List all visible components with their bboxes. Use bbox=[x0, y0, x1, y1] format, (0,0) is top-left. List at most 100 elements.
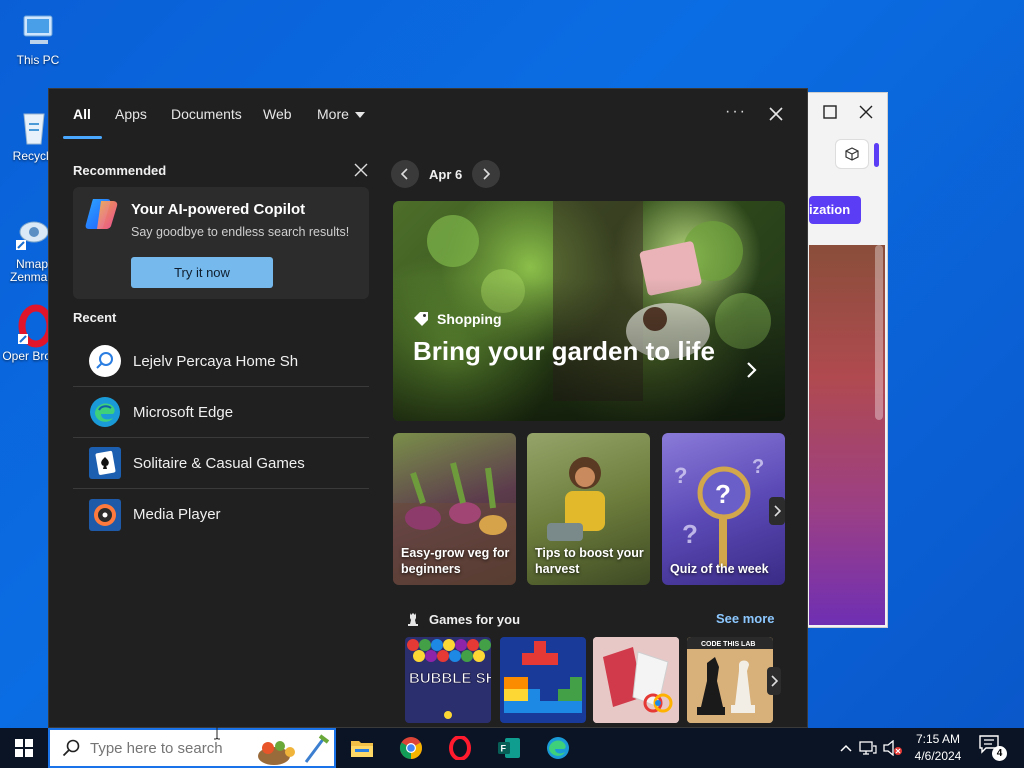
next-day-button[interactable] bbox=[472, 160, 501, 188]
copilot-subtitle: Say goodbye to endless search results! bbox=[131, 225, 350, 239]
chess-game-image: CODE THIS LAB bbox=[687, 637, 773, 723]
computer-icon bbox=[16, 8, 60, 52]
hero-next-button[interactable] bbox=[745, 361, 757, 384]
taskbar: F 7:15 AM 4/6/2024 4 bbox=[0, 728, 1024, 768]
hero-category-label: Shopping bbox=[437, 311, 502, 327]
maximize-icon[interactable] bbox=[823, 105, 839, 121]
game-bubble-shooter[interactable]: BUBBLE SHOOTER bbox=[405, 637, 491, 723]
recommended-heading: Recommended bbox=[73, 163, 167, 178]
taskbar-chrome[interactable] bbox=[387, 728, 435, 768]
copilot-icon bbox=[83, 197, 121, 231]
tiles-next-button[interactable] bbox=[769, 497, 785, 525]
solitaire-icon bbox=[88, 446, 122, 480]
chevron-left-icon bbox=[400, 168, 408, 180]
tab-all[interactable]: All bbox=[73, 106, 91, 122]
bubble-shooter-image: BUBBLE SHOOTER bbox=[407, 639, 491, 719]
media-player-icon bbox=[88, 498, 122, 532]
search-icon bbox=[62, 739, 80, 757]
more-options-button[interactable]: ··· bbox=[725, 103, 747, 121]
tab-documents[interactable]: Documents bbox=[171, 106, 242, 122]
svg-text:?: ? bbox=[752, 456, 764, 478]
chevron-up-icon bbox=[840, 744, 852, 752]
game-chess[interactable]: CODE THIS LAB bbox=[687, 637, 773, 723]
tab-more-label: More bbox=[317, 106, 349, 122]
chevron-right-icon bbox=[483, 168, 491, 180]
accent-bar bbox=[874, 143, 879, 167]
chevron-right-icon bbox=[747, 362, 757, 378]
edge-icon bbox=[547, 737, 569, 759]
tile-harvest[interactable]: Tips to boost your harvest bbox=[527, 433, 650, 585]
hero-card[interactable]: Shopping Bring your garden to life bbox=[393, 201, 785, 421]
taskbar-file-explorer[interactable] bbox=[338, 728, 386, 768]
dismiss-recommended-button[interactable] bbox=[354, 163, 368, 177]
copilot-card[interactable]: Your AI-powered Copilot Say goodbye to e… bbox=[73, 187, 369, 299]
date-label: Apr 6 bbox=[429, 166, 463, 182]
tab-apps[interactable]: Apps bbox=[115, 106, 147, 122]
recent-item-label: Media Player bbox=[133, 506, 221, 523]
cta-button[interactable]: ization bbox=[809, 196, 861, 224]
desktop-icon-this-pc[interactable]: This PC bbox=[6, 8, 70, 67]
games-row: BUBBLE SHOOTER bbox=[405, 637, 781, 723]
games-next-button[interactable] bbox=[767, 667, 781, 695]
chevron-right-icon bbox=[771, 675, 778, 687]
recent-item-solitaire[interactable]: Solitaire & Casual Games bbox=[73, 438, 369, 489]
tile-row: Easy-grow veg for beginners Tips to boos… bbox=[393, 433, 785, 585]
recent-item-label: Lejelv Percaya Home Sh bbox=[133, 352, 299, 370]
game-puzzle-pieces[interactable] bbox=[593, 637, 679, 723]
taskbar-opera[interactable] bbox=[436, 728, 484, 768]
windows-icon bbox=[15, 739, 33, 757]
taskbar-clock[interactable]: 7:15 AM 4/6/2024 bbox=[908, 731, 968, 765]
hero-title: Bring your garden to life bbox=[413, 336, 715, 366]
recent-item-media-player[interactable]: Media Player bbox=[73, 489, 369, 540]
active-tab-indicator bbox=[63, 136, 102, 139]
search-icon bbox=[88, 344, 122, 378]
games-heading: Games for you bbox=[405, 611, 520, 627]
recent-list: Lejelv Percaya Home Sh Microsoft Edge So… bbox=[73, 336, 369, 540]
search-panel: All Apps Documents Web More ··· Recommen… bbox=[48, 88, 808, 728]
close-icon bbox=[769, 107, 783, 121]
copilot-title: Your AI-powered Copilot bbox=[131, 201, 306, 218]
close-button[interactable] bbox=[765, 103, 787, 125]
content-gradient bbox=[809, 245, 885, 625]
action-center-button[interactable]: 4 bbox=[978, 734, 1008, 762]
block-puzzle-image bbox=[504, 641, 582, 713]
game-block-puzzle[interactable] bbox=[500, 637, 586, 723]
chess-piece-icon bbox=[408, 613, 418, 626]
desktop-icon-label: This PC bbox=[16, 53, 60, 67]
tab-more[interactable]: More bbox=[317, 106, 365, 122]
recent-heading: Recent bbox=[73, 310, 117, 325]
notification-count-badge: 4 bbox=[992, 746, 1007, 761]
recent-item-edge[interactable]: Microsoft Edge bbox=[73, 387, 369, 438]
network-icon[interactable] bbox=[856, 740, 880, 756]
show-hidden-icons-button[interactable] bbox=[836, 744, 856, 752]
scrollbar[interactable] bbox=[875, 245, 883, 420]
volume-muted-icon[interactable] bbox=[880, 740, 906, 756]
recent-item-label: Microsoft Edge bbox=[133, 403, 234, 421]
search-input[interactable] bbox=[90, 739, 260, 757]
tile-quiz[interactable]: ? ? ? ? Quiz of the week bbox=[662, 433, 785, 585]
previous-day-button[interactable] bbox=[391, 160, 419, 188]
taskbar-search-box[interactable] bbox=[48, 728, 336, 768]
extension-icon[interactable] bbox=[835, 139, 869, 169]
try-it-now-button[interactable]: Try it now bbox=[131, 257, 273, 288]
game-badge: CODE THIS LAB bbox=[701, 641, 755, 648]
svg-text:?: ? bbox=[715, 479, 731, 509]
taskbar-forms-app[interactable]: F bbox=[485, 728, 533, 768]
recent-item-search[interactable]: Lejelv Percaya Home Sh bbox=[73, 336, 369, 387]
tile-caption: Quiz of the week bbox=[670, 562, 769, 576]
tag-icon bbox=[414, 312, 428, 326]
close-icon[interactable] bbox=[859, 105, 875, 121]
games-heading-label: Games for you bbox=[429, 611, 521, 627]
tab-web[interactable]: Web bbox=[263, 106, 292, 122]
see-more-link[interactable]: See more bbox=[716, 611, 775, 626]
opera-icon bbox=[449, 736, 471, 760]
tile-veg[interactable]: Easy-grow veg for beginners bbox=[393, 433, 516, 585]
chevron-right-icon bbox=[774, 505, 781, 517]
taskbar-edge[interactable] bbox=[534, 728, 582, 768]
edge-icon bbox=[88, 395, 122, 429]
forms-icon: F bbox=[498, 738, 520, 758]
svg-text:?: ? bbox=[682, 519, 698, 549]
system-tray bbox=[836, 728, 906, 768]
start-button[interactable] bbox=[0, 728, 48, 768]
svg-text:?: ? bbox=[674, 463, 687, 488]
